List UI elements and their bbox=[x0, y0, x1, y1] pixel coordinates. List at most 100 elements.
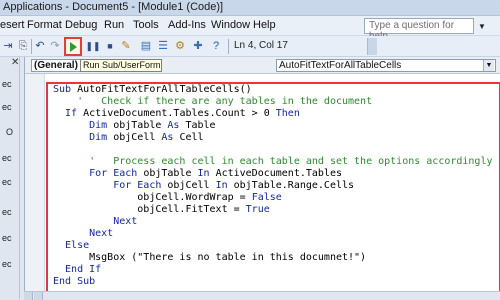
menu-bar: esert Format Debug Run Tools Add-Ins Win… bbox=[0, 16, 500, 42]
code-line[interactable]: For Each objTable In ActiveDocument.Tabl… bbox=[53, 168, 342, 180]
code-token: objTable bbox=[143, 168, 198, 179]
menu-insert[interactable]: esert bbox=[0, 19, 24, 31]
standard-toolbar: ⇥ ⎘ ↶ ↷ ❚❚ ■ ✎ ▤ ☰ ⚙ ✚ ? Ln 4, Col 17 bbox=[0, 36, 500, 57]
run-button[interactable] bbox=[64, 37, 82, 56]
project-panel: ✕ ec ec O ec ec ec ec ec bbox=[0, 57, 20, 299]
code-token: Next bbox=[53, 228, 114, 239]
code-token: For Each bbox=[53, 180, 168, 191]
menu-format[interactable]: Format bbox=[27, 19, 62, 31]
code-token: Then bbox=[275, 108, 300, 119]
toolbox-icon[interactable]: ✚ bbox=[190, 38, 206, 54]
panel-fragment: ec bbox=[2, 102, 12, 112]
code-token: Next bbox=[53, 216, 138, 227]
code-token: In bbox=[197, 168, 216, 179]
toolbar-options-handle[interactable] bbox=[367, 38, 377, 55]
procedure-combo[interactable]: AutoFitTextForAllTableCells ▼ bbox=[276, 59, 496, 72]
undo-icon[interactable]: ↶ bbox=[32, 38, 48, 54]
code-token: objTable bbox=[113, 120, 168, 131]
help-icon[interactable]: ? bbox=[208, 38, 224, 54]
code-token: Cell bbox=[179, 132, 204, 143]
panel-fragment: ec bbox=[2, 79, 12, 89]
code-token: Dim bbox=[53, 120, 114, 131]
code-line[interactable]: End If bbox=[53, 264, 101, 276]
code-token: ' Process each cell in each table and se… bbox=[53, 156, 493, 167]
code-token: Sub bbox=[53, 84, 78, 95]
reset-icon[interactable]: ■ bbox=[102, 38, 118, 54]
break-icon[interactable]: ❚❚ bbox=[85, 38, 101, 54]
object-combo-value: (General) bbox=[34, 60, 78, 71]
code-window: (General) ▼ AutoFitTextForAllTableCells … bbox=[24, 57, 500, 299]
menu-run[interactable]: Run bbox=[104, 19, 124, 31]
object-browser-icon[interactable]: ⚙ bbox=[172, 38, 188, 54]
menu-debug[interactable]: Debug bbox=[65, 19, 97, 31]
panel-fragment: O bbox=[6, 127, 14, 137]
code-line[interactable]: Next bbox=[53, 228, 113, 240]
code-line[interactable]: objCell.WordWrap = False bbox=[53, 192, 282, 204]
toolbar-partial-icon[interactable]: ⇥ bbox=[0, 38, 16, 54]
code-token: ' Check if there are any tables in the d… bbox=[53, 96, 373, 107]
save-icon[interactable]: ⎘ bbox=[15, 38, 31, 54]
code-token: Else bbox=[53, 240, 90, 251]
code-line[interactable]: objCell.FitText = True bbox=[53, 204, 270, 216]
code-line[interactable]: Next bbox=[53, 216, 137, 228]
margin-indicator-bar[interactable] bbox=[25, 74, 45, 299]
code-token: Table bbox=[185, 120, 216, 131]
code-line[interactable]: MsgBox ("There is no table in this docum… bbox=[53, 252, 366, 264]
horizontal-scrollbar[interactable] bbox=[24, 291, 500, 300]
design-mode-icon[interactable]: ✎ bbox=[118, 38, 134, 54]
code-token: True bbox=[245, 204, 270, 215]
code-token: If bbox=[53, 108, 84, 119]
code-token: End If bbox=[53, 264, 102, 275]
code-token: MsgBox ("There is no table in this docum… bbox=[53, 252, 367, 263]
code-token: objTable.Range.Cells bbox=[233, 180, 355, 191]
code-token: objCell bbox=[167, 180, 216, 191]
close-icon[interactable]: ✕ bbox=[11, 57, 19, 68]
code-token: As bbox=[167, 120, 186, 131]
code-line[interactable]: End Sub bbox=[53, 276, 95, 288]
panel-fragment: ec bbox=[2, 259, 12, 269]
code-token: False bbox=[251, 192, 282, 203]
code-token: objCell bbox=[113, 132, 162, 143]
toolbar-separator bbox=[228, 39, 229, 54]
panel-fragment: ec bbox=[2, 177, 12, 187]
help-search-input[interactable]: Type a question for help bbox=[364, 18, 474, 42]
code-token: AutoFitTextForAllTableCells() bbox=[77, 84, 252, 95]
code-line[interactable]: Dim objTable As Table bbox=[53, 120, 216, 132]
run-tooltip: Run Sub/UserForm (F5) bbox=[80, 59, 162, 72]
code-token: objCell.WordWrap = bbox=[53, 192, 252, 203]
code-line[interactable]: For Each objCell In objTable.Range.Cells bbox=[53, 180, 354, 192]
code-token: In bbox=[215, 180, 234, 191]
chevron-down-icon[interactable]: ▼ bbox=[483, 60, 494, 71]
code-token: For Each bbox=[53, 168, 144, 179]
code-editor[interactable]: Sub AutoFitTextForAllTableCells() ' Chec… bbox=[25, 74, 500, 299]
code-token: End Sub bbox=[53, 276, 96, 287]
menu-add-ins[interactable]: Add-Ins bbox=[168, 19, 206, 31]
menu-help[interactable]: Help bbox=[253, 19, 276, 31]
panel-fragment: ec bbox=[2, 153, 12, 163]
project-explorer-icon[interactable]: ▤ bbox=[138, 38, 154, 54]
panel-fragment: ec bbox=[2, 233, 12, 243]
code-token: ActiveDocument.Tables.Count > 0 bbox=[83, 108, 276, 119]
code-token: ActiveDocument.Tables bbox=[215, 168, 342, 179]
code-token: As bbox=[161, 132, 180, 143]
combo-row: (General) ▼ AutoFitTextForAllTableCells … bbox=[25, 57, 500, 74]
menu-window[interactable]: Window bbox=[211, 19, 250, 31]
code-line[interactable]: Sub AutoFitTextForAllTableCells() bbox=[53, 84, 252, 96]
code-line[interactable]: Else bbox=[53, 240, 89, 252]
code-token: Dim bbox=[53, 132, 114, 143]
code-token: objCell.FitText = bbox=[53, 204, 246, 215]
code-line[interactable]: If ActiveDocument.Tables.Count > 0 Then bbox=[53, 108, 300, 120]
panel-fragment: ec bbox=[2, 207, 12, 217]
play-icon bbox=[70, 42, 77, 52]
code-line[interactable]: ' Process each cell in each table and se… bbox=[53, 156, 493, 168]
cursor-position: Ln 4, Col 17 bbox=[234, 40, 288, 51]
procedure-combo-value: AutoFitTextForAllTableCells bbox=[279, 60, 402, 71]
redo-icon[interactable]: ↷ bbox=[47, 38, 63, 54]
window-title: Applications - Document5 - [Module1 (Cod… bbox=[3, 1, 224, 13]
chevron-down-icon[interactable]: ▼ bbox=[478, 22, 486, 31]
code-line[interactable]: ' Check if there are any tables in the d… bbox=[53, 96, 372, 108]
menu-tools[interactable]: Tools bbox=[133, 19, 159, 31]
title-bar: Applications - Document5 - [Module1 (Cod… bbox=[0, 0, 500, 16]
code-line[interactable]: Dim objCell As Cell bbox=[53, 132, 204, 144]
properties-icon[interactable]: ☰ bbox=[155, 38, 171, 54]
